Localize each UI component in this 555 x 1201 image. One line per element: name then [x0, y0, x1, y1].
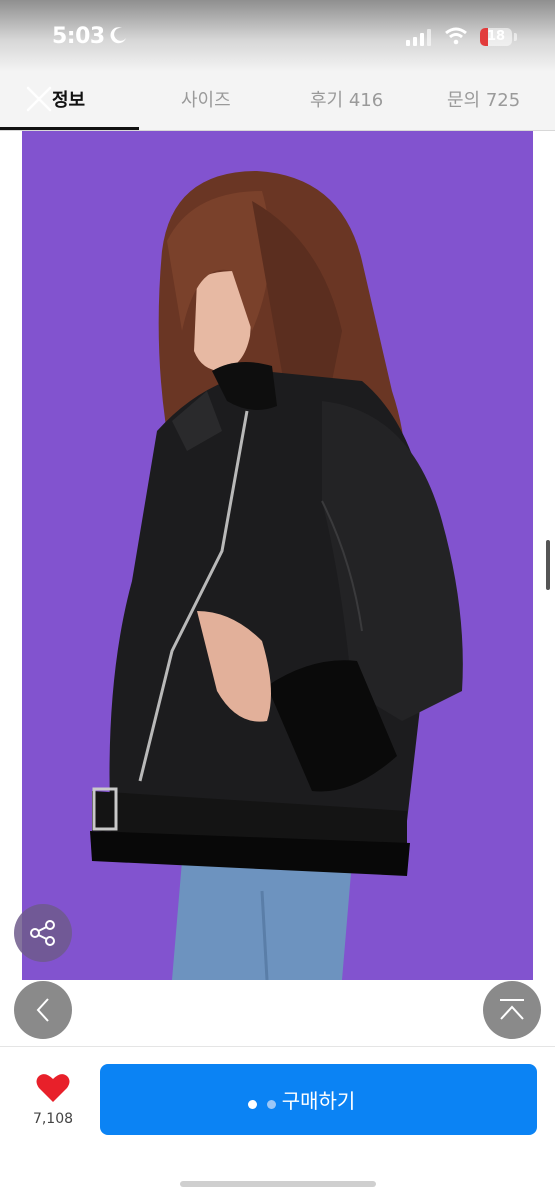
tab-size[interactable]: 사이즈: [181, 86, 231, 112]
like-count: 7,108: [32, 1111, 74, 1127]
share-button[interactable]: [14, 904, 72, 962]
close-icon[interactable]: [26, 86, 52, 112]
signal-icon: [406, 28, 431, 46]
battery-icon: 18: [480, 28, 512, 46]
chevron-left-icon: [36, 998, 49, 1022]
product-photo: [22, 131, 533, 980]
home-indicator: [180, 1181, 376, 1187]
loading-dots: [248, 1100, 276, 1109]
status-bar: 5:03 18: [0, 0, 555, 72]
product-image: [22, 131, 533, 980]
back-button[interactable]: [14, 981, 72, 1039]
like-button[interactable]: 7,108: [20, 1073, 86, 1139]
buy-button-label: 구매하기: [281, 1089, 356, 1113]
active-tab-indicator: [0, 127, 139, 130]
scroll-indicator[interactable]: [546, 540, 550, 590]
battery-level: 18: [486, 29, 506, 44]
scroll-top-icon: [500, 999, 524, 1020]
wifi-icon: [445, 27, 467, 45]
moon-icon: [110, 27, 126, 44]
heart-icon: [36, 1074, 70, 1102]
tab-bar: 정보 사이즈 후기 416 문의 725: [0, 72, 555, 131]
battery-cap: [514, 33, 517, 41]
share-icon: [30, 920, 55, 946]
status-time: 5:03: [52, 24, 105, 49]
buy-button[interactable]: 구매하기: [100, 1064, 537, 1135]
purchase-bar: 7,108 구매하기: [0, 1046, 555, 1201]
tab-reviews[interactable]: 후기 416: [310, 86, 383, 112]
tab-info[interactable]: 정보: [52, 86, 85, 112]
tab-inquiries[interactable]: 문의 725: [447, 86, 520, 112]
scroll-top-button[interactable]: [483, 981, 541, 1039]
